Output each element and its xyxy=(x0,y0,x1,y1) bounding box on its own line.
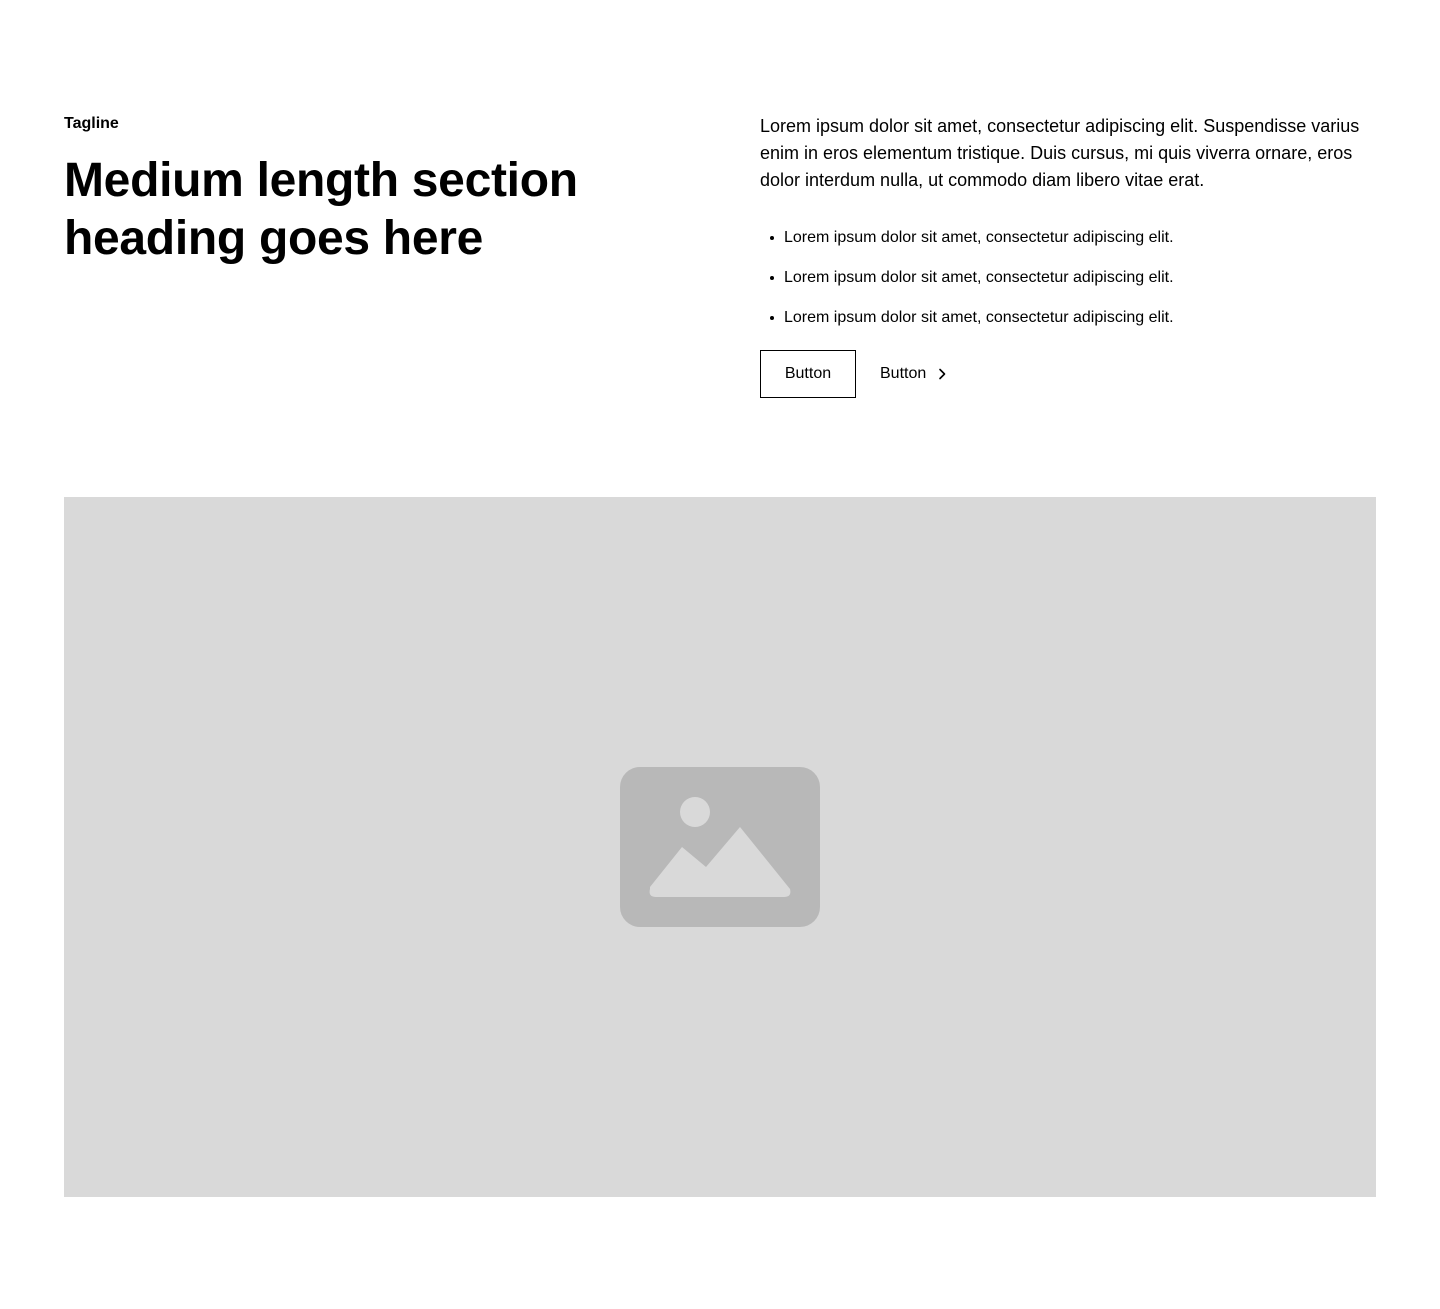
description-paragraph: Lorem ipsum dolor sit amet, consectetur … xyxy=(760,116,1360,190)
list-item: Lorem ipsum dolor sit amet, consectetur … xyxy=(760,266,1376,290)
bullet-icon xyxy=(770,276,774,280)
content-column: Lorem ipsum dolor sit amet, consectetur … xyxy=(760,112,1376,417)
heading-column: Tagline Medium length section heading go… xyxy=(64,112,760,417)
list-item: Lorem ipsum dolor sit amet, consectetur … xyxy=(760,226,1376,250)
list-item-text: Lorem ipsum dolor sit amet, consectetur … xyxy=(784,269,1174,286)
link-button[interactable]: Button xyxy=(880,350,950,398)
button-group: Button Button xyxy=(760,350,1376,398)
bullet-icon xyxy=(770,316,774,320)
list-item-text: Lorem ipsum dolor sit amet, consectetur … xyxy=(784,229,1174,246)
link-button-label: Button xyxy=(880,365,927,382)
section-heading: Medium length section heading goes here xyxy=(64,154,578,265)
secondary-button[interactable]: Button xyxy=(760,350,856,398)
section-header: Tagline Medium length section heading go… xyxy=(64,112,1376,417)
image-placeholder xyxy=(64,497,1376,1197)
feature-list: Lorem ipsum dolor sit amet, consectetur … xyxy=(760,226,1376,330)
image-icon xyxy=(620,767,820,927)
layout-section: Tagline Medium length section heading go… xyxy=(0,0,1440,1309)
chevron-right-icon xyxy=(939,368,946,380)
tagline: Tagline xyxy=(64,115,119,132)
list-item-text: Lorem ipsum dolor sit amet, consectetur … xyxy=(784,309,1174,326)
list-item: Lorem ipsum dolor sit amet, consectetur … xyxy=(760,306,1376,330)
bullet-icon xyxy=(770,236,774,240)
